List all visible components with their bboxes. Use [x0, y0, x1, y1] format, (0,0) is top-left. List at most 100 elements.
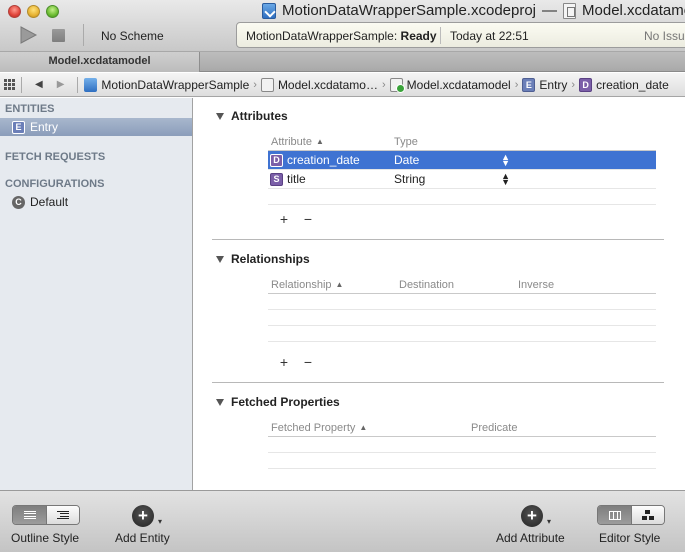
status-project: MotionDataWrapperSample: [246, 29, 398, 43]
add-relationship-plus-button[interactable]: + [278, 354, 290, 370]
editor-style-label: Editor Style [599, 531, 661, 545]
table-row-empty [268, 310, 656, 326]
breadcrumb-attribute[interactable]: D creation_date [579, 77, 669, 92]
attributes-table-header: Attribute ▲ Type [268, 133, 656, 151]
table-row-empty [268, 326, 656, 342]
table-style-icon [608, 510, 621, 520]
add-attribute-button[interactable]: + [521, 505, 551, 532]
back-arrow-icon[interactable]: ◀ [28, 79, 50, 90]
entity-icon: E [522, 77, 536, 92]
outline-hierarchical-style-button[interactable] [46, 506, 79, 524]
attributes-add-remove: + − [278, 211, 314, 227]
configuration-icon: C [12, 195, 25, 209]
relationships-table-header: Relationship ▲ Destination Inverse [268, 276, 656, 294]
window-title-separator: — [542, 2, 558, 19]
xcode-project-icon [84, 77, 98, 92]
folder-icon [260, 77, 274, 92]
minimize-window-button[interactable] [27, 5, 40, 18]
relationships-add-remove: + − [278, 354, 314, 370]
editor-style-segmented-control[interactable] [597, 505, 665, 525]
tab-model-xcdatamodel[interactable]: Model.xcdatamodel [0, 52, 200, 72]
graph-style-icon [642, 510, 654, 520]
column-header-fetched-property[interactable]: Fetched Property ▲ [268, 422, 471, 434]
type-popup-arrows-icon[interactable]: ▲ ▼ [501, 153, 510, 168]
configurations-header: CONFIGURATIONS [5, 178, 105, 190]
chevron-right-icon: › [381, 78, 386, 91]
data-model-file-icon [563, 2, 577, 19]
sidebar-item-entry[interactable]: E Entry [0, 118, 192, 136]
add-entity-button[interactable]: + [132, 505, 162, 532]
xcode-project-icon [262, 2, 276, 19]
attribute-name-cell: S title [268, 172, 394, 186]
outline-style-label: Outline Style [11, 531, 80, 545]
remove-relationship-minus-button[interactable]: − [302, 354, 314, 370]
graph-editor-style-button[interactable] [631, 506, 664, 524]
column-header-type[interactable]: Type [394, 136, 418, 148]
zoom-window-button[interactable] [46, 5, 59, 18]
attribute-type-value[interactable]: String [394, 172, 425, 186]
entities-header: ENTITIES [5, 103, 55, 115]
data-model-icon [389, 77, 405, 93]
table-row[interactable]: D creation_date Date ▲ ▼ [268, 151, 656, 170]
outline-style-segmented-control[interactable] [12, 505, 80, 525]
attribute-name: creation_date [287, 153, 360, 167]
breadcrumb-project[interactable]: MotionDataWrapperSample › [84, 77, 261, 92]
fetched-properties-section-toggle[interactable]: Fetched Properties [216, 395, 340, 409]
related-items-grid-icon[interactable] [4, 79, 15, 90]
status-state: Ready [400, 29, 437, 43]
relationships-table: Relationship ▲ Destination Inverse [268, 276, 656, 342]
window-file-title: Model.xcdatamodel [582, 2, 685, 19]
column-header-destination[interactable]: Destination [399, 279, 518, 291]
add-entity-label: Add Entity [115, 531, 170, 545]
attributes-section-toggle[interactable]: Attributes [216, 109, 288, 123]
window-toolbar: MotionDataWrapperSample.xcodeproj — Mode… [0, 0, 685, 52]
chevron-right-icon: › [253, 78, 257, 91]
fetched-properties-table: Fetched Property ▲ Predicate [268, 419, 656, 469]
relationships-section-toggle[interactable]: Relationships [216, 252, 310, 266]
remove-attribute-minus-button[interactable]: − [302, 211, 314, 227]
attribute-name: title [287, 172, 306, 186]
fetched-properties-title: Fetched Properties [231, 395, 340, 409]
breadcrumb-model-file[interactable]: Model.xcdatamodel › [389, 77, 523, 93]
breadcrumb-model-folder[interactable]: Model.xcdatamo… › [260, 77, 390, 92]
table-row-empty [268, 189, 656, 205]
attributes-table: Attribute ▲ Type D creation_date Date ▲ ▼… [268, 133, 656, 205]
scheme-selector[interactable]: No Scheme [101, 29, 164, 43]
add-attribute-plus-button[interactable]: + [278, 211, 290, 227]
tab-bar: Model.xcdatamodel [0, 52, 685, 72]
column-header-attribute[interactable]: Attribute ▲ [268, 136, 394, 148]
attribute-type-value[interactable]: Date [394, 153, 419, 167]
forward-arrow-icon[interactable]: ▶ [50, 79, 72, 90]
close-window-button[interactable] [8, 5, 21, 18]
fetch-requests-header: FETCH REQUESTS [5, 151, 106, 163]
table-editor-style-button[interactable] [598, 506, 631, 524]
activity-divider [440, 27, 441, 44]
column-header-predicate[interactable]: Predicate [471, 422, 517, 434]
relationships-title: Relationships [231, 252, 310, 266]
sidebar-item-default[interactable]: C Default [0, 193, 192, 211]
table-row[interactable]: S title String ▲ ▼ [268, 170, 656, 189]
run-play-icon[interactable] [18, 26, 38, 44]
breadcrumb-label: Model.xcdatamo… [277, 77, 378, 92]
issues-indicator[interactable]: No Issues [644, 29, 685, 43]
outline-flat-style-button[interactable] [13, 506, 46, 524]
disclosure-triangle-icon [216, 255, 224, 263]
column-label: Fetched Property [271, 421, 356, 434]
breadcrumb-label: Entry [539, 77, 568, 92]
type-popup-arrows-icon[interactable]: ▲ ▼ [501, 172, 510, 187]
attribute-name-cell: D creation_date [268, 153, 394, 167]
column-header-inverse[interactable]: Inverse [518, 279, 554, 291]
sort-ascending-icon: ▲ [359, 423, 368, 432]
breadcrumb-label: creation_date [596, 77, 669, 92]
editor-bottom-bar: Outline Style + Add Entity + Add Attribu… [0, 490, 685, 552]
window-project-title: MotionDataWrapperSample.xcodeproj [282, 2, 537, 19]
chevron-right-icon: › [571, 78, 576, 91]
breadcrumb-entity[interactable]: E Entry › [522, 77, 579, 92]
breadcrumb-label: MotionDataWrapperSample [101, 77, 250, 92]
jumpbar-divider [21, 76, 22, 93]
column-header-relationship[interactable]: Relationship ▲ [268, 279, 399, 291]
sort-ascending-icon: ▲ [335, 280, 344, 289]
table-row-empty [268, 437, 656, 453]
stop-button[interactable] [52, 29, 65, 42]
chevron-right-icon: › [514, 78, 519, 91]
